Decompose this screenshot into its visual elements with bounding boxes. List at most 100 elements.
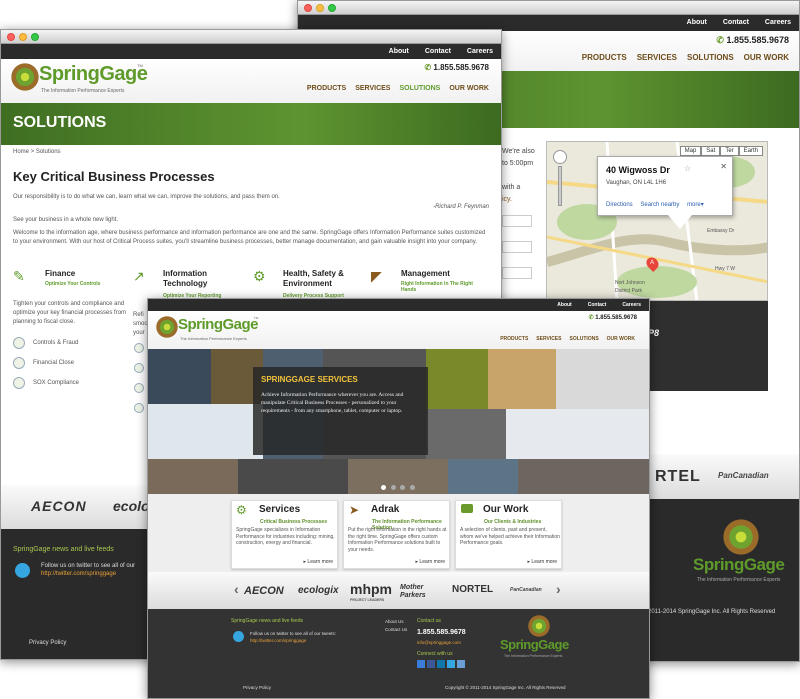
list-item[interactable]: Financial Close	[13, 357, 131, 377]
close-dot-icon[interactable]	[7, 33, 15, 41]
nav-our-work[interactable]: OUR WORK	[449, 85, 489, 92]
top-nav-careers[interactable]: Careers	[622, 302, 641, 308]
news-title: SpringGage news and live feeds	[13, 546, 114, 553]
card-services[interactable]: ⚙ Services Critical Business Processes S…	[231, 500, 338, 569]
back-titlebar	[298, 1, 799, 15]
more-link[interactable]: more▾	[687, 202, 704, 208]
map-zoom-control[interactable]	[553, 150, 567, 210]
privacy-policy-link[interactable]: Privacy Policy	[243, 685, 271, 690]
nav-services[interactable]: SERVICES	[637, 53, 677, 62]
directions-link[interactable]: Directions	[606, 202, 633, 208]
twitter-small-icon[interactable]	[447, 660, 455, 668]
top-nav-about[interactable]: About	[557, 302, 571, 308]
nav-services[interactable]: SERVICES	[536, 336, 561, 342]
card-our-work[interactable]: Our Work Our Clients & Industries A sele…	[455, 500, 562, 569]
category-management[interactable]: ◤ Management Right Information In The Ri…	[371, 268, 491, 298]
road-label: Nort Johnson	[615, 280, 645, 286]
chevron-left-icon[interactable]: ‹	[234, 581, 239, 597]
minimize-dot-icon[interactable]	[19, 33, 27, 41]
search-nearby-link[interactable]: Search nearby	[640, 202, 679, 208]
youtube-icon[interactable]	[417, 660, 425, 668]
back-copyright: 2011-2014 SpringGage Inc. All Rights Res…	[648, 609, 776, 615]
top-nav-about[interactable]: About	[389, 44, 409, 59]
top-nav-careers[interactable]: Careers	[765, 15, 791, 31]
gears-icon: ⚙	[253, 268, 266, 284]
map-pan-icon[interactable]	[553, 150, 567, 164]
nav-our-work[interactable]: OUR WORK	[607, 336, 635, 342]
map-type-sat[interactable]: Sat	[701, 146, 721, 156]
star-icon[interactable]: ☆	[684, 164, 691, 173]
rss-icon[interactable]	[457, 660, 465, 668]
form-field[interactable]	[502, 241, 532, 253]
nav-solutions[interactable]: SOLUTIONS	[569, 336, 598, 342]
carousel-dot[interactable]	[390, 485, 396, 490]
nav-products[interactable]: PRODUCTS	[307, 85, 346, 92]
carousel-dot[interactable]	[409, 485, 415, 490]
twitter-icon[interactable]	[233, 631, 244, 642]
nav-services[interactable]: SERVICES	[355, 85, 390, 92]
map-type-bar: Map Sat Ter Earth	[679, 146, 763, 156]
page-title: Key Critical Business Processes	[13, 169, 215, 184]
zoom-dot-icon[interactable]	[328, 4, 336, 12]
nav-our-work[interactable]: OUR WORK	[744, 53, 789, 62]
carousel-dot[interactable]	[381, 485, 386, 490]
nav-products[interactable]: PRODUCTS	[582, 53, 627, 62]
top-nav-contact[interactable]: Contact	[588, 302, 607, 308]
list-icon	[134, 403, 144, 413]
middle-logo[interactable]: SpringGage TM The Information Performanc…	[11, 61, 151, 101]
top-nav-contact[interactable]: Contact	[723, 15, 749, 31]
close-icon[interactable]: ✕	[720, 162, 727, 171]
learn-more-link[interactable]: ▸ Learn more	[528, 559, 557, 565]
connect-label: Connect with us	[417, 651, 453, 657]
privacy-policy-link[interactable]: Privacy Policy	[29, 640, 66, 646]
breadcrumb[interactable]: Home > Solutions	[13, 149, 61, 155]
list-item[interactable]: Controls & Fraud	[13, 337, 131, 357]
contact-email[interactable]: info@springgage.com	[417, 640, 461, 645]
map-popup-title: 40 Wigwoss Dr	[606, 165, 670, 175]
category-title: Finance	[45, 269, 76, 278]
twitter-icon[interactable]	[15, 563, 30, 578]
category-information-technology[interactable]: ↗ Information Technology Optimize Your R…	[133, 268, 243, 299]
twitter-link[interactable]: http://twitter.com/springgage	[41, 571, 116, 577]
location-map[interactable]: Map Sat Ter Earth 40 Wigwoss Dr ☆ ✕ Vaug…	[546, 141, 768, 301]
list-item[interactable]: SOX Compliance	[13, 377, 131, 397]
close-dot-icon[interactable]	[304, 4, 312, 12]
map-type-ter[interactable]: Ter	[720, 146, 739, 156]
card-adrak[interactable]: ➤ Adrak The Information Performance Solu…	[343, 500, 450, 569]
partner-logo-nortel: NORTEL	[452, 584, 494, 595]
front-logo[interactable]: SpringGage TM The Information Performanc…	[156, 314, 266, 346]
minimize-dot-icon[interactable]	[316, 4, 324, 12]
category-health-safety[interactable]: ⚙ Health, Safety & Environment Delivery …	[253, 268, 363, 299]
carousel-dot[interactable]	[400, 485, 406, 490]
footer-link-about[interactable]: About Us	[385, 618, 407, 626]
linkedin-icon[interactable]	[437, 660, 445, 668]
nav-products[interactable]: PRODUCTS	[500, 336, 528, 342]
hero-tile	[148, 459, 238, 494]
zoom-dot-icon[interactable]	[31, 33, 39, 41]
back-side-text: We're also to 5:00pm with a icy.	[502, 148, 535, 203]
footer-link-contact[interactable]: Contact Us	[385, 626, 407, 634]
category-finance[interactable]: ✎ Finance Optimize Your Controls	[13, 268, 123, 298]
facebook-icon[interactable]	[427, 660, 435, 668]
front-window: About Contact Careers SpringGage TM The In…	[147, 298, 650, 699]
learn-more-link[interactable]: ▸ Learn more	[416, 559, 445, 565]
learn-more-link[interactable]: ▸ Learn more	[304, 559, 333, 565]
top-nav-careers[interactable]: Careers	[467, 44, 493, 59]
nav-solutions[interactable]: SOLUTIONS	[399, 85, 440, 92]
map-type-map[interactable]: Map	[679, 146, 702, 156]
form-field[interactable]	[502, 267, 532, 279]
twitter-link[interactable]: http://twitter.com/springgage	[250, 638, 306, 643]
nav-solutions[interactable]: SOLUTIONS	[687, 53, 734, 62]
top-nav-about[interactable]: About	[687, 15, 707, 31]
map-type-earth[interactable]: Earth	[738, 146, 763, 156]
briefcase-icon	[461, 504, 473, 513]
form-field[interactable]	[502, 215, 532, 227]
map-zoom-slider[interactable]	[558, 166, 562, 206]
chevron-right-icon[interactable]: ›	[556, 581, 561, 597]
phone-icon: ✆	[588, 315, 594, 321]
copyright: Copyright © 2011-2014 SpringGage Inc. Al…	[445, 685, 566, 690]
hero-tile	[148, 404, 263, 459]
category-title: Management	[401, 269, 450, 278]
top-nav-contact[interactable]: Contact	[425, 44, 451, 59]
logo-mark-icon	[11, 63, 39, 91]
